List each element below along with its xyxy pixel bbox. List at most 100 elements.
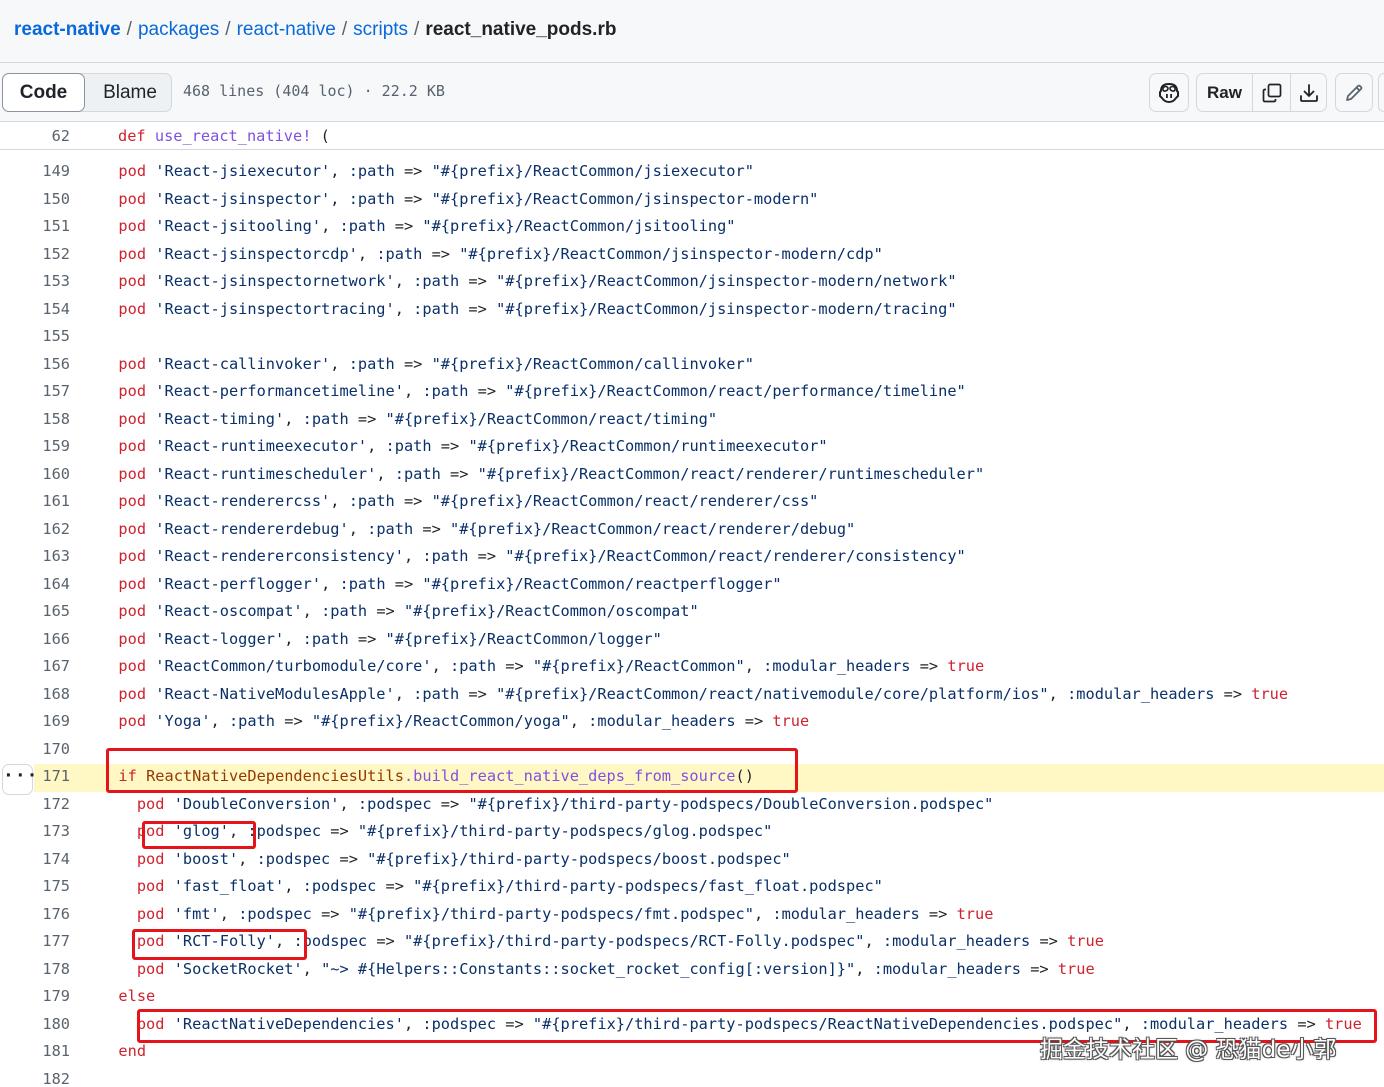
code-token: pod <box>118 574 147 593</box>
code-token: 'Yoga' <box>155 712 211 730</box>
line-number[interactable]: 170 <box>0 740 70 758</box>
code-token: 'React-jsinspectorcdp' <box>155 244 358 263</box>
line-number[interactable]: 150 <box>0 190 70 208</box>
breadcrumb-repo-link[interactable]: react-native <box>14 19 121 40</box>
line-number[interactable]: 159 <box>0 437 70 455</box>
code-token: 'SocketRocket' <box>173 959 303 978</box>
code-token: :path <box>376 244 423 263</box>
code-token: :modular_headers <box>772 904 920 923</box>
sticky-scope-header[interactable]: 62 def use_react_native! ( <box>0 122 1384 150</box>
line-number[interactable]: 156 <box>0 355 70 373</box>
code-token: :podspec <box>238 904 312 923</box>
code-line: pod 'SocketRocket', "~> #{Helpers::Const… <box>136 959 1095 978</box>
line-number[interactable]: 162 <box>0 520 70 538</box>
code-token: 'React-perflogger' <box>155 574 322 593</box>
line-number[interactable]: 178 <box>0 960 70 978</box>
code-token: 'React-NativeModulesApple' <box>155 684 395 703</box>
line-number[interactable]: 177 <box>0 932 70 950</box>
code-token: :modular_headers <box>588 712 736 730</box>
code-token: :podspec <box>422 1014 497 1033</box>
code-token: pod <box>118 547 147 565</box>
line-number[interactable]: 164 <box>0 575 70 593</box>
line-number[interactable]: 169 <box>0 712 70 730</box>
line-number[interactable]: 153 <box>0 272 70 290</box>
code-token: :path <box>348 354 395 373</box>
line-number[interactable]: 155 <box>0 327 70 345</box>
breadcrumb-link-packages[interactable]: packages <box>138 19 219 40</box>
copy-raw-button[interactable] <box>1252 74 1290 111</box>
line-number[interactable]: 157 <box>0 382 70 400</box>
line-number[interactable]: 158 <box>0 410 70 428</box>
code-token: "#{prefix}/ReactCommon/oscompat" <box>403 602 699 620</box>
breadcrumb-separator: / <box>341 19 348 40</box>
line-number[interactable]: 152 <box>0 245 70 263</box>
code-line: pod 'React-NativeModulesApple', :path =>… <box>118 684 1289 703</box>
line-number[interactable]: 173 <box>0 822 70 840</box>
tab-blame[interactable]: Blame <box>89 74 171 111</box>
line-number[interactable]: 149 <box>0 162 70 180</box>
code-token: true <box>947 657 985 675</box>
code-token: "#{prefix}/third-party-podspecs/ReactNat… <box>532 1014 1123 1033</box>
sticky-scope-text: def use_react_native! ( <box>118 127 330 145</box>
code-view: 62 def use_react_native! ( ··· 149 pod '… <box>0 122 1384 1087</box>
code-token: "#{prefix}/ReactCommon/reactperflogger" <box>422 574 782 593</box>
code-token: :path <box>228 712 276 730</box>
code-token: pod <box>118 272 147 290</box>
line-number[interactable]: 182 <box>0 1070 70 1087</box>
line-number[interactable]: 165 <box>0 602 70 620</box>
code-token: :path <box>422 382 469 400</box>
code-line: pod 'React-perflogger', :path => "#{pref… <box>118 574 782 593</box>
line-number[interactable]: 154 <box>0 300 70 318</box>
line-number[interactable]: 175 <box>0 877 70 895</box>
code-token: "#{prefix}/ReactCommon/react/performance… <box>505 382 966 400</box>
tab-code[interactable]: Code <box>2 73 85 112</box>
breadcrumb-link-scripts[interactable]: scripts <box>353 19 408 40</box>
line-number[interactable]: 172 <box>0 795 70 813</box>
code-line: else <box>100 987 155 1005</box>
code-token: :path <box>339 574 386 593</box>
file-toolbar: Code Blame 468 lines (404 loc) · 22.2 KB… <box>0 62 1384 122</box>
line-options-button[interactable]: ··· <box>2 764 38 795</box>
code-line: pod 'React-jsinspectorcdp', :path => "#{… <box>118 244 883 263</box>
pencil-icon <box>1346 84 1363 101</box>
code-function-name: use_react_native! <box>154 127 312 145</box>
code-token: pod <box>136 849 165 868</box>
line-number[interactable]: 167 <box>0 657 70 675</box>
edit-file-button[interactable] <box>1335 73 1373 112</box>
line-number[interactable]: 181 <box>0 1042 70 1060</box>
code-token: 'fmt' <box>173 904 220 923</box>
code-line: pod 'React-jsiexecutor', :path => "#{pre… <box>118 162 754 180</box>
download-raw-button[interactable] <box>1290 74 1327 111</box>
code-token: pod <box>136 877 165 895</box>
line-number[interactable]: 180 <box>0 1015 70 1033</box>
code-token: "#{prefix}/third-party-podspecs/DoubleCo… <box>468 794 994 813</box>
line-number[interactable]: 163 <box>0 547 70 565</box>
code-line: pod 'React-jsinspector', :path => "#{pre… <box>118 189 819 208</box>
code-token: pod <box>118 684 147 703</box>
line-number[interactable]: 179 <box>0 987 70 1005</box>
line-number[interactable]: 176 <box>0 905 70 923</box>
code-token: :path <box>348 162 395 180</box>
code-token: 'ReactCommon/turbomodule/core' <box>155 657 432 675</box>
line-number[interactable]: 174 <box>0 850 70 868</box>
line-number[interactable]: 151 <box>0 217 70 235</box>
more-options-button[interactable] <box>1378 73 1384 112</box>
raw-button[interactable]: Raw <box>1197 74 1252 111</box>
code-line: pod 'React-runtimescheduler', :path => "… <box>118 464 985 483</box>
code-token: 'React-renderercss' <box>155 492 331 510</box>
line-number[interactable]: 160 <box>0 465 70 483</box>
line-number[interactable]: 161 <box>0 492 70 510</box>
code-token: :path <box>422 547 469 565</box>
copilot-button[interactable] <box>1149 73 1189 112</box>
code-token: 'React-runtimeexecutor' <box>155 437 368 455</box>
code-token: :path <box>339 217 386 235</box>
breadcrumb-link-react-native[interactable]: react-native <box>237 19 336 40</box>
code-line: pod 'React-jsinspectornetwork', :path =>… <box>118 272 957 290</box>
code-token: true <box>1057 959 1095 978</box>
line-number: 62 <box>51 127 70 145</box>
line-number[interactable]: 168 <box>0 685 70 703</box>
code-token: 'glog' <box>173 822 229 840</box>
code-token: true <box>956 904 994 923</box>
breadcrumb: react-native / packages / react-native / scrip… <box>0 0 1384 62</box>
line-number[interactable]: 166 <box>0 630 70 648</box>
